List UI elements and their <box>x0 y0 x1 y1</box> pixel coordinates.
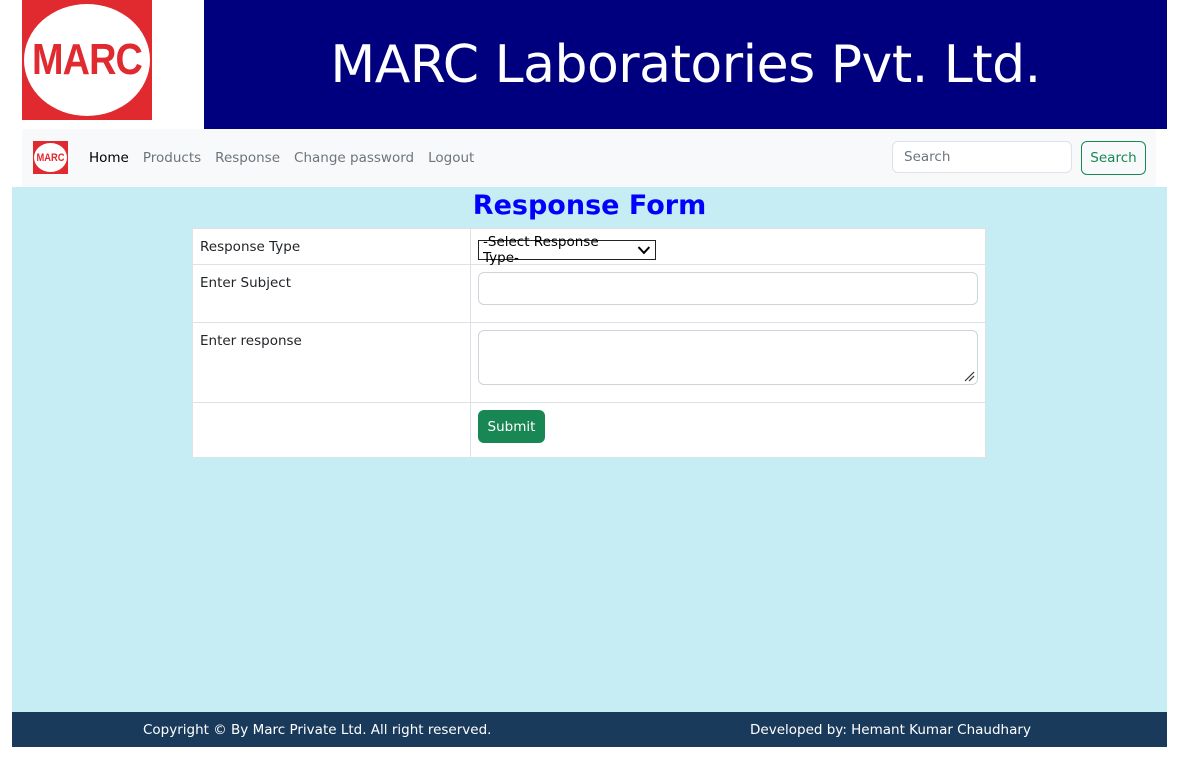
developer-credit: Developed by: Hemant Kumar Chaudhary <box>750 722 1031 738</box>
response-label: Enter response <box>192 322 471 403</box>
nav-link-response[interactable]: Response <box>215 150 280 166</box>
subject-input[interactable] <box>478 272 978 305</box>
nav-link-home[interactable]: Home <box>89 150 129 166</box>
submit-row-spacer <box>192 402 471 458</box>
response-cell <box>470 322 986 403</box>
header-banner: MARC Laboratories Pvt. Ltd. <box>204 0 1167 129</box>
subject-row: Enter Subject <box>192 264 986 323</box>
response-type-label: Response Type <box>192 228 471 265</box>
brand-logo-text: MARC <box>36 151 65 164</box>
company-logo: MARC <box>22 0 152 120</box>
chevron-down-icon <box>637 245 651 254</box>
copyright-text: Copyright © By Marc Private Ltd. All rig… <box>143 722 492 738</box>
submit-row: Submit <box>192 402 986 458</box>
logo-text: MARC <box>31 35 143 84</box>
page-header: MARC MARC Laboratories Pvt. Ltd. <box>0 0 1202 129</box>
submit-cell: Submit <box>470 402 986 458</box>
response-textarea[interactable] <box>478 330 978 385</box>
nav-link-products[interactable]: Products <box>143 150 201 166</box>
resize-handle-icon[interactable] <box>963 370 975 382</box>
response-type-row: Response Type -Select Response Type- <box>192 228 986 266</box>
nav-link-change-password[interactable]: Change password <box>294 150 414 166</box>
navbar: MARC Home Products Response Change passw… <box>22 129 1156 187</box>
page-footer: Copyright © By Marc Private Ltd. All rig… <box>12 712 1167 747</box>
search-input[interactable] <box>892 141 1072 173</box>
navbar-brand-logo[interactable]: MARC <box>33 141 68 174</box>
response-form-table: Response Type -Select Response Type- Ent… <box>192 228 986 458</box>
response-row: Enter response <box>192 322 986 403</box>
main-content: Response Form Response Type -Select Resp… <box>12 187 1167 712</box>
page-title: Response Form <box>472 190 707 221</box>
submit-button[interactable]: Submit <box>478 410 545 443</box>
company-name: MARC Laboratories Pvt. Ltd. <box>330 34 1041 95</box>
nav-link-logout[interactable]: Logout <box>428 150 474 166</box>
response-type-select[interactable]: -Select Response Type- <box>478 234 656 266</box>
search-button[interactable]: Search <box>1081 141 1146 175</box>
nav-links: Home Products Response Change password L… <box>89 129 474 187</box>
subject-cell <box>470 264 986 323</box>
subject-label: Enter Subject <box>192 264 471 323</box>
response-type-cell: -Select Response Type- <box>470 228 986 266</box>
response-type-selected: -Select Response Type- <box>483 233 599 266</box>
